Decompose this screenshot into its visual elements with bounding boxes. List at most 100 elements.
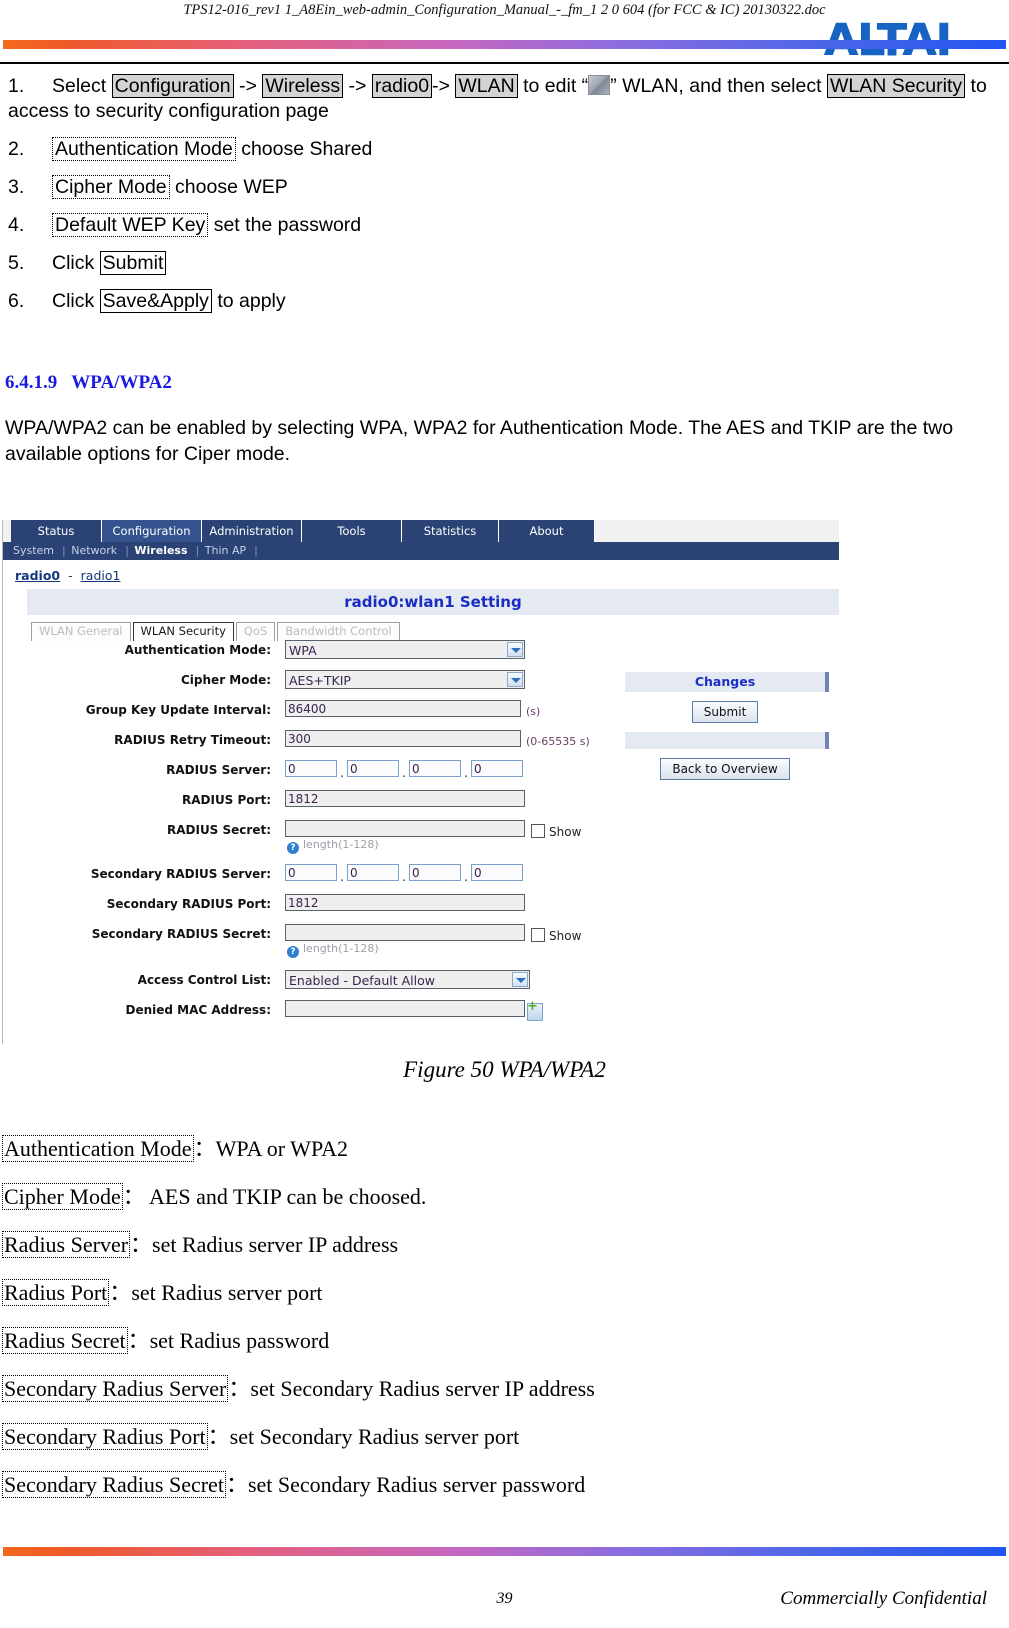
hint-secondary-radius-secret-text: length(1-128) [303, 942, 379, 955]
hint-radius-secret-text: length(1-128) [303, 838, 379, 851]
subnav-separator: | [125, 544, 129, 557]
input-secondary-radius-server-octet-3[interactable]: 0 [409, 864, 461, 881]
input-secondary-radius-server-octet-1[interactable]: 0 [285, 864, 337, 881]
input-radius-server-octet-1[interactable]: 0 [285, 760, 337, 777]
definition-term-radius-secret: Radius Secret [2, 1327, 128, 1354]
definition-description: AES and TKIP can be choosed. [144, 1184, 427, 1209]
control-group-key-update-interval: 86400 (s) [285, 700, 540, 721]
definition-description: set Radius server port [131, 1280, 323, 1305]
select-cipher-mode[interactable]: AES+TKIP [285, 670, 525, 689]
input-secondary-radius-secret[interactable] [285, 924, 525, 941]
tab-configuration[interactable]: Configuration [102, 520, 202, 542]
octet-separator: . [464, 870, 468, 884]
input-radius-server-octet-2[interactable]: 0 [347, 760, 399, 777]
definition-term-radius-port: Radius Port [2, 1279, 110, 1306]
definition-term-secondary-radius-port: Secondary Radius Port [2, 1423, 208, 1450]
tab-statistics[interactable]: Statistics [402, 520, 499, 542]
unit-radius-retry-timeout: (0-65535 s) [526, 735, 590, 748]
input-radius-secret[interactable] [285, 820, 525, 837]
step-text-fragment: ” WLAN, and then select [610, 75, 827, 97]
input-secondary-radius-port[interactable]: 1812 [285, 894, 525, 911]
tab-about[interactable]: About [499, 520, 595, 542]
embedded-webui-screenshot: Status Configuration Administration Tool… [2, 520, 839, 1044]
help-icon[interactable]: ? [287, 842, 299, 854]
panel-title-wrapper: radio0:wlan1 Setting [3, 589, 839, 615]
checkbox-radius-secret-show[interactable]: Show [531, 824, 581, 839]
step-number: 5. [8, 252, 25, 274]
page-header: TPS12-016_rev1 1_A8Ein_web-admin_Configu… [0, 0, 1009, 66]
page-tab-wlan-security[interactable]: WLAN Security [132, 622, 234, 641]
back-button-row: Back to Overview [625, 749, 825, 780]
chevron-down-icon[interactable] [507, 642, 523, 657]
figure-caption: Figure 50 WPA/WPA2 [403, 1057, 606, 1082]
definition-separator: ： [109, 1280, 132, 1305]
section-number: 6.4.1.9 [5, 372, 58, 393]
input-group-key-update-interval[interactable]: 86400 [285, 700, 521, 717]
help-icon[interactable]: ? [287, 946, 299, 958]
step-text-1: Select Configuration -> Wireless -> radi… [8, 74, 987, 122]
definition-row: Radius Server：set Radius server IP addre… [2, 1231, 992, 1259]
page-tab-qos[interactable]: QoS [235, 622, 276, 641]
subnav-item-system[interactable]: System [11, 544, 62, 557]
tab-status[interactable]: Status [11, 520, 102, 542]
step-number: 6. [8, 290, 25, 312]
step-text-fragment: Click [52, 290, 100, 312]
control-radius-port: 1812 [285, 790, 525, 811]
input-radius-server-octet-4[interactable]: 0 [471, 760, 523, 777]
label-radius-retry-timeout: RADIUS Retry Timeout: [114, 733, 271, 747]
definition-description: set Radius password [149, 1328, 330, 1353]
checkbox-secondary-radius-secret-show[interactable]: Show [531, 928, 581, 943]
chevron-down-icon[interactable] [512, 972, 528, 987]
page-tab-bandwidth-control[interactable]: Bandwidth Control [277, 622, 400, 641]
input-secondary-radius-server-octet-4[interactable]: 0 [471, 864, 523, 881]
radio-link-dash: - [68, 568, 73, 583]
wlan-thumb-icon [588, 75, 611, 95]
step-text-fragment: set the password [208, 214, 362, 236]
changes-panel-title: Changes [625, 672, 829, 692]
select-cipher-mode-value: AES+TKIP [289, 673, 351, 688]
add-mac-icon[interactable] [527, 1000, 543, 1021]
wlan-security-form: Authentication Mode: WPA Cipher Mode: AE… [3, 640, 603, 1030]
footer-confidential-notice: Commercially Confidential [780, 1588, 987, 1609]
link-radio0[interactable]: radio0 [15, 568, 60, 583]
page-tab-wlan-general[interactable]: WLAN General [31, 622, 131, 641]
input-radius-port[interactable]: 1812 [285, 790, 525, 807]
definition-separator: ： [225, 1472, 248, 1497]
step-item: 4. Default WEP Key set the password [8, 213, 1000, 238]
subnav-item-wireless[interactable]: Wireless [132, 544, 195, 557]
form-row-radius-server: RADIUS Server: 0.0.0.0 [3, 760, 603, 784]
back-to-overview-button[interactable]: Back to Overview [660, 758, 790, 780]
step-item: 2. Authentication Mode choose Shared [8, 137, 1000, 162]
select-authentication-mode[interactable]: WPA [285, 640, 525, 659]
label-authentication-mode: Authentication Mode: [124, 643, 271, 657]
webui-sub-navbar: System | Network | Wireless | Thin AP | [3, 542, 839, 560]
octet-separator: . [402, 870, 406, 884]
input-denied-mac-address[interactable] [285, 1000, 525, 1017]
subnav-item-network[interactable]: Network [69, 544, 125, 557]
checkbox-secondary-radius-secret-show-label: Show [549, 929, 582, 943]
subnav-item-thin-ap[interactable]: Thin AP [203, 544, 254, 557]
link-radio1[interactable]: radio1 [81, 568, 121, 583]
section-heading: 6.4.1.9 WPA/WPA2 [5, 372, 172, 394]
chevron-down-icon[interactable] [507, 672, 523, 687]
input-radius-retry-timeout[interactable]: 300 [285, 730, 521, 747]
definition-description: WPA or WPA2 [215, 1136, 349, 1161]
input-radius-server-octet-3[interactable]: 0 [409, 760, 461, 777]
button-ref-submit: Submit [99, 251, 167, 275]
step-item: 5. Click Submit [8, 251, 1000, 276]
octet-separator: . [340, 766, 344, 780]
subnav-separator: | [195, 544, 200, 557]
definition-row: Radius Port：set Radius server port [2, 1279, 992, 1307]
menu-ref-wlan-security: WLAN Security [826, 74, 966, 98]
field-ref-default-wep-key: Default WEP Key [52, 213, 209, 237]
checkbox-box-icon[interactable] [531, 824, 545, 838]
select-access-control-list[interactable]: Enabled - Default Allow [285, 970, 530, 989]
input-secondary-radius-server-octet-2[interactable]: 0 [347, 864, 399, 881]
form-row-cipher-mode: Cipher Mode: AES+TKIP [3, 670, 603, 694]
tab-administration[interactable]: Administration [202, 520, 302, 542]
checkbox-box-icon[interactable] [531, 928, 545, 942]
submit-button[interactable]: Submit [691, 701, 759, 723]
hint-secondary-radius-secret: ? length(1-128) [287, 942, 379, 958]
label-secondary-radius-port: Secondary RADIUS Port: [106, 897, 271, 911]
tab-tools[interactable]: Tools [302, 520, 402, 542]
